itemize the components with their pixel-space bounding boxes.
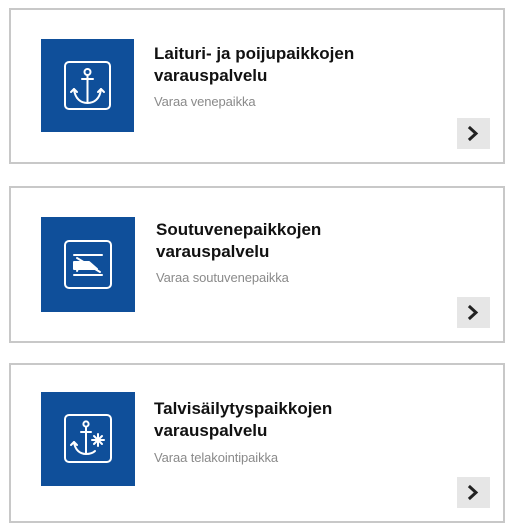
- card-subtitle: Varaa soutuvenepaikka: [156, 270, 289, 285]
- service-card-dock-buoy[interactable]: Laituri- ja poijupaikkojen varauspalvelu…: [9, 8, 505, 164]
- card-subtitle: Varaa venepaikka: [154, 94, 256, 109]
- anchor-icon: [41, 39, 134, 132]
- card-title-line2: varauspalvelu: [156, 242, 270, 261]
- winter-anchor-icon: [41, 392, 135, 486]
- card-title: Talvisäilytyspaikkojen varauspalvelu: [154, 398, 474, 442]
- chevron-right-icon: [467, 125, 479, 142]
- card-title-line1: Laituri- ja poijupaikkojen: [154, 44, 355, 63]
- card-title-line1: Talvisäilytyspaikkojen: [154, 399, 333, 418]
- service-card-rowboat[interactable]: Soutuvenepaikkojen varauspalvelu Varaa s…: [9, 186, 505, 343]
- open-arrow-button[interactable]: [457, 297, 490, 328]
- service-card-winter-storage[interactable]: Talvisäilytyspaikkojen varauspalvelu Var…: [9, 363, 505, 523]
- card-title-line2: varauspalvelu: [154, 66, 268, 85]
- rowboat-icon: [41, 217, 135, 312]
- open-arrow-button[interactable]: [457, 477, 490, 508]
- card-title: Laituri- ja poijupaikkojen varauspalvelu: [154, 43, 474, 87]
- card-title-line1: Soutuvenepaikkojen: [156, 220, 322, 239]
- card-title: Soutuvenepaikkojen varauspalvelu: [156, 219, 476, 263]
- open-arrow-button[interactable]: [457, 118, 490, 149]
- card-subtitle: Varaa telakointipaikka: [154, 450, 279, 465]
- card-title-line2: varauspalvelu: [154, 421, 268, 440]
- chevron-right-icon: [467, 304, 479, 321]
- chevron-right-icon: [467, 484, 479, 501]
